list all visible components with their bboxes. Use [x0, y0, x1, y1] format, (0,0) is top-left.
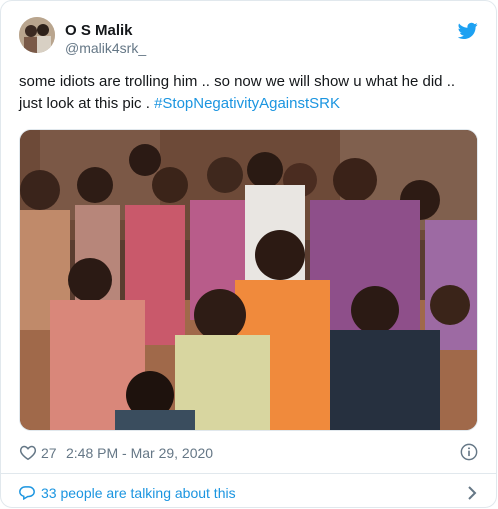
info-icon[interactable]	[460, 443, 478, 461]
group-photo-image	[20, 130, 477, 430]
author-name[interactable]: O S Malik	[65, 22, 133, 39]
tweet-photo[interactable]	[19, 129, 478, 431]
tweet-timestamp[interactable]: 2:48 PM - Mar 29, 2020	[66, 445, 213, 461]
tweet-text: some idiots are trolling him .. so now w…	[19, 71, 481, 115]
speech-bubble-icon	[19, 486, 35, 500]
author-avatar[interactable]	[19, 17, 55, 53]
tweet-header: O S Malik @malik4srk_	[19, 16, 478, 64]
chevron-right-icon[interactable]	[466, 485, 478, 501]
tweet-meta: 27 2:48 PM - Mar 29, 2020	[19, 442, 478, 464]
like-count[interactable]: 27	[41, 445, 57, 461]
divider	[1, 473, 496, 474]
tweet-embed-card: O S Malik @malik4srk_ some idiots are tr…	[0, 0, 497, 508]
hashtag-link[interactable]: #StopNegativityAgainstSRK	[154, 95, 340, 112]
twitter-bird-icon[interactable]	[458, 22, 478, 40]
author-handle[interactable]: @malik4srk_	[65, 40, 146, 56]
conversation-link[interactable]: 33 people are talking about this	[19, 483, 478, 503]
conversation-count-label[interactable]: 33 people are talking about this	[41, 485, 236, 501]
heart-icon[interactable]	[19, 444, 37, 461]
